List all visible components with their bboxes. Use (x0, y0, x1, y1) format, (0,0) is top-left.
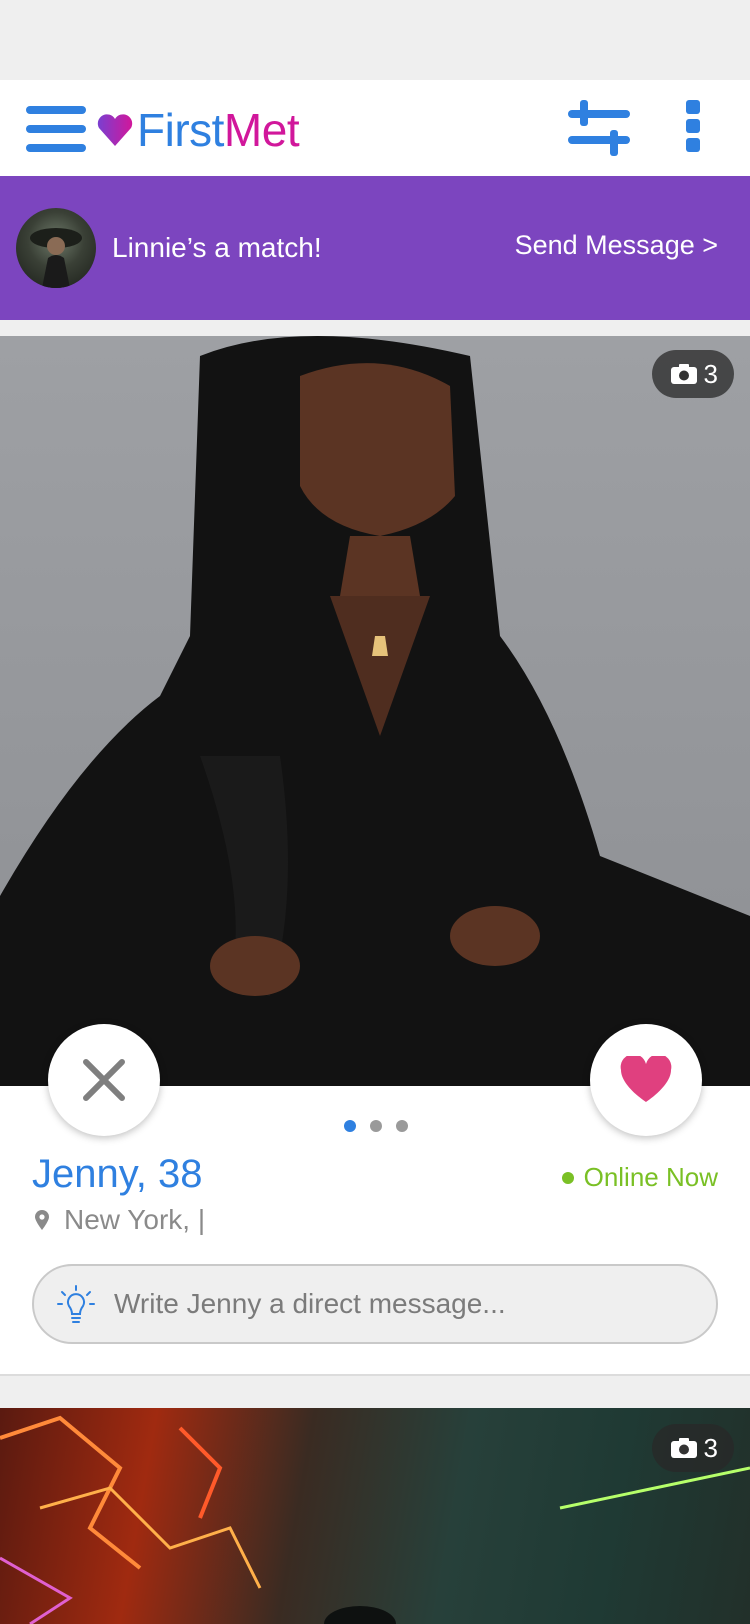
more-vertical-icon (686, 100, 700, 114)
pagination-dot[interactable] (396, 1120, 408, 1132)
like-button[interactable] (590, 1024, 702, 1136)
location-text: New York, | (64, 1204, 206, 1235)
photo-count-badge: 3 (651, 1424, 734, 1472)
more-options-button[interactable] (686, 100, 704, 152)
online-status: Online Now (561, 1162, 718, 1193)
profile-photo[interactable]: 3 (0, 336, 750, 1086)
brand-met: Met (223, 104, 300, 156)
pagination-dot-active[interactable] (344, 1120, 356, 1132)
firstmet-logo: FirstMet (95, 100, 300, 160)
pass-button[interactable] (48, 1024, 160, 1136)
hamburger-menu-button[interactable] (26, 106, 86, 154)
close-icon (83, 1059, 125, 1101)
filters-button[interactable] (566, 100, 632, 156)
photo-pagination (344, 1120, 408, 1132)
photo-count: 3 (703, 1432, 718, 1463)
photo-count-badge: 3 (651, 350, 734, 398)
direct-message-box[interactable] (32, 1264, 718, 1344)
online-dot-icon (561, 1171, 574, 1184)
pagination-dot[interactable] (370, 1120, 382, 1132)
match-avatar[interactable] (16, 208, 96, 288)
photo-count: 3 (703, 358, 718, 389)
lightbulb-icon (57, 1285, 95, 1323)
heart-logo-icon (97, 114, 133, 146)
sliders-icon (568, 100, 630, 156)
profile-name-age[interactable]: Jenny, 38 (32, 1152, 203, 1197)
location-pin-icon (35, 1210, 49, 1230)
send-message-link[interactable]: Send Message > (515, 230, 718, 261)
profile-photo-illustration (0, 336, 750, 1086)
status-bar (0, 0, 750, 80)
heart-icon (620, 1056, 672, 1102)
next-profile-photo-illustration (0, 1415, 750, 1624)
camera-icon (670, 364, 697, 384)
avatar-photo (30, 228, 82, 288)
online-status-text: Online Now (583, 1162, 718, 1192)
camera-icon (670, 1438, 697, 1458)
next-profile-photo[interactable]: 3 (0, 1408, 750, 1624)
match-text: Linnie’s a match! (112, 232, 322, 263)
direct-message-input[interactable] (112, 1287, 676, 1321)
profile-location: New York, | (34, 1204, 205, 1236)
brand-first: First (137, 104, 224, 156)
